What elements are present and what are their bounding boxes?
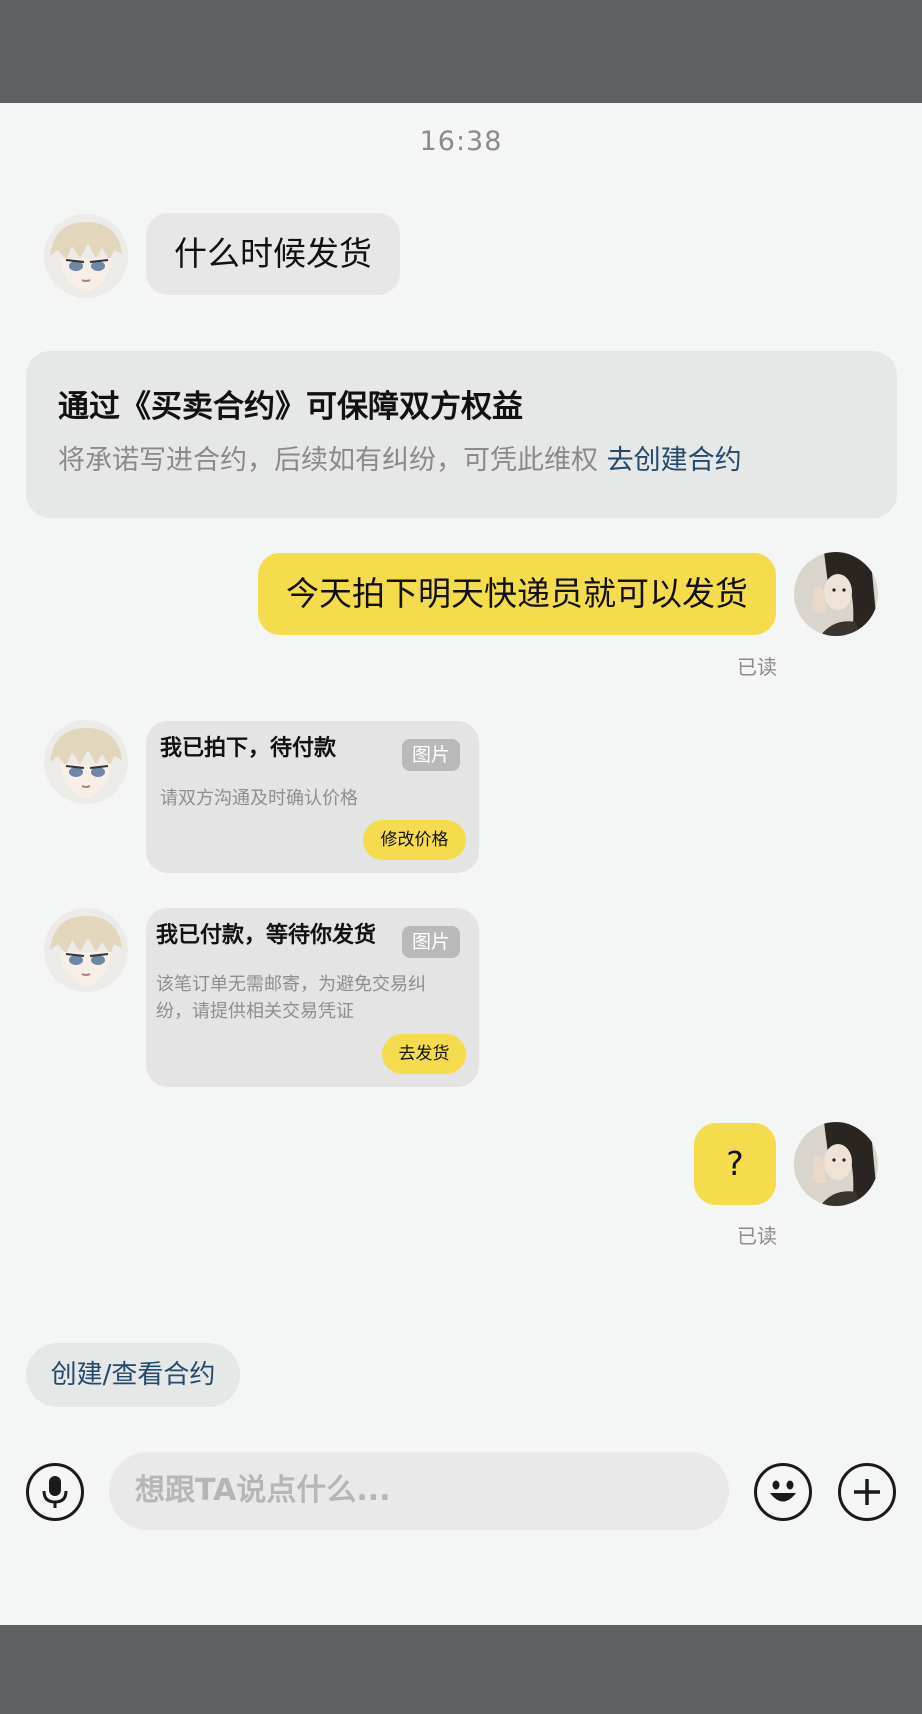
ship-button[interactable]: 去发货: [382, 1034, 466, 1074]
message-bubble-incoming[interactable]: 什么时候发货: [146, 213, 400, 295]
modify-price-button[interactable]: 修改价格: [363, 820, 466, 860]
top-system-bar: [0, 0, 922, 103]
card-image-badge: 图片: [402, 926, 460, 958]
microphone-icon[interactable]: [26, 1463, 84, 1521]
notice-body: 将承诺写进合约，后续如有纠纷，可凭此维权 去创建合约: [58, 441, 865, 481]
card-title: 我已付款，等待你发货: [156, 923, 377, 948]
card-title: 我已拍下，待付款: [160, 736, 337, 761]
other-user-avatar[interactable]: [44, 720, 128, 804]
notice-body-text: 将承诺写进合约，后续如有纠纷，可凭此维权: [58, 445, 598, 476]
message-bubble-outgoing[interactable]: 今天拍下明天快递员就可以发货: [258, 553, 776, 635]
order-card-pending-payment[interactable]: 我已拍下，待付款 图片 请双方沟通及时确认价格 修改价格: [146, 721, 479, 873]
contract-notice-card: 通过《买卖合约》可保障双方权益 将承诺写进合约，后续如有纠纷，可凭此维权 去创建…: [26, 351, 897, 518]
read-receipt: 已读: [737, 1224, 777, 1248]
order-card-awaiting-shipment[interactable]: 我已付款，等待你发货 图片 该笔订单无需邮寄，为避免交易纠 纷，请提供相关交易凭…: [146, 908, 479, 1087]
card-description-line-2: 纷，请提供相关交易凭证: [156, 1001, 354, 1022]
card-description-line-1: 该笔订单无需邮寄，为避免交易纠: [156, 974, 426, 995]
message-bubble-outgoing[interactable]: ?: [694, 1123, 776, 1205]
my-avatar[interactable]: [794, 1122, 878, 1206]
emoji-icon[interactable]: [754, 1463, 812, 1521]
plus-icon[interactable]: [838, 1463, 896, 1521]
other-user-avatar[interactable]: [44, 908, 128, 992]
message-input[interactable]: 想跟TA说点什么...: [109, 1452, 729, 1530]
create-view-contract-button[interactable]: 创建/查看合约: [26, 1343, 240, 1407]
bottom-system-bar: [0, 1625, 922, 1714]
create-contract-link[interactable]: 去创建合约: [607, 445, 742, 476]
notice-title: 通过《买卖合约》可保障双方权益: [58, 389, 523, 425]
card-description: 请双方沟通及时确认价格: [160, 788, 358, 809]
read-receipt: 已读: [737, 655, 777, 679]
my-avatar[interactable]: [794, 552, 878, 636]
card-image-badge: 图片: [402, 739, 460, 771]
message-timestamp: 16:38: [419, 126, 503, 157]
other-user-avatar[interactable]: [44, 214, 128, 298]
